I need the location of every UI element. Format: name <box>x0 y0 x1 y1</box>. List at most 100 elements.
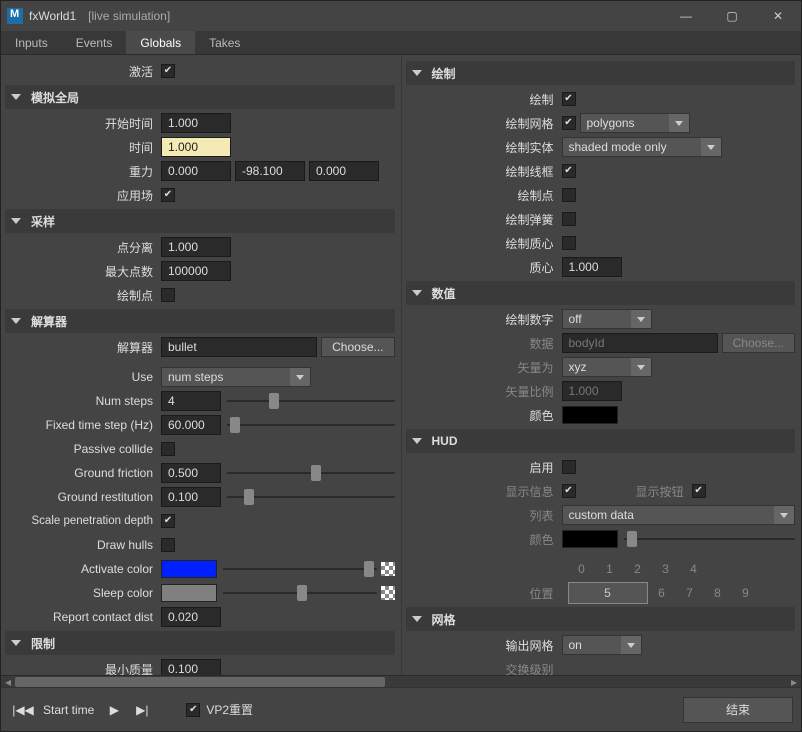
fixed-ts-field[interactable]: 60.000 <box>161 415 221 435</box>
draw-mesh-checkbox[interactable] <box>562 116 576 130</box>
fixed-ts-slider[interactable] <box>227 415 395 435</box>
tab-takes[interactable]: Takes <box>195 31 254 54</box>
activate-color-swatch[interactable] <box>161 560 217 578</box>
section-limit[interactable]: 限制 <box>5 631 395 655</box>
section-sampling[interactable]: 采样 <box>5 209 395 233</box>
pos-cell-1[interactable]: 1 <box>596 558 624 580</box>
close-button[interactable]: ✕ <box>755 1 801 31</box>
show-btn-checkbox[interactable] <box>692 484 706 498</box>
out-mesh-select[interactable]: on <box>562 635 642 655</box>
draw-points-checkbox[interactable] <box>161 288 175 302</box>
chevron-down-icon <box>290 368 310 386</box>
pos-cell-3[interactable]: 3 <box>652 558 680 580</box>
activate-checkbox[interactable] <box>161 64 175 78</box>
num-steps-slider[interactable] <box>227 391 395 411</box>
draw-mesh-mode-select[interactable]: polygons <box>580 113 690 133</box>
pos-cell-6[interactable]: 6 <box>648 582 676 604</box>
chevron-down-icon <box>11 640 21 646</box>
maximize-button[interactable]: ▢ <box>709 1 755 31</box>
ground-rest-field[interactable]: 0.100 <box>161 487 221 507</box>
ground-friction-slider[interactable] <box>227 463 395 483</box>
hud-color-slider[interactable] <box>624 529 796 549</box>
vp2-reset-checkbox[interactable] <box>186 703 200 717</box>
ground-friction-field[interactable]: 0.500 <box>161 463 221 483</box>
point-sep-field[interactable]: 1.000 <box>161 237 231 257</box>
draw-pts-checkbox[interactable] <box>562 188 576 202</box>
chevron-down-icon <box>412 616 422 622</box>
window-subtitle: [live simulation] <box>88 9 170 23</box>
passive-collide-checkbox[interactable] <box>161 442 175 456</box>
alpha-checker-icon[interactable] <box>381 586 395 600</box>
minimize-button[interactable]: — <box>663 1 709 31</box>
use-scene-checkbox[interactable] <box>161 188 175 202</box>
solver-field[interactable]: bullet <box>161 337 317 357</box>
numeric-color-swatch[interactable] <box>562 406 618 424</box>
vp2-reset-label: VP2重置 <box>206 701 253 718</box>
section-sim-global[interactable]: 模拟全局 <box>5 85 395 109</box>
pos-cell-7[interactable]: 7 <box>676 582 704 604</box>
activate-label: 激活 <box>1 63 161 80</box>
alpha-checker-icon[interactable] <box>381 562 395 576</box>
draw-checkbox[interactable] <box>562 92 576 106</box>
right-panel: 绘制 绘制 绘制网格polygons 绘制实体shaded mode only … <box>402 55 802 675</box>
draw-centroid-checkbox[interactable] <box>562 236 576 250</box>
gravity-y-field[interactable]: -98.100 <box>235 161 305 181</box>
draw-num-select[interactable]: off <box>562 309 652 329</box>
draw-entity-select[interactable]: shaded mode only <box>562 137 722 157</box>
ground-rest-slider[interactable] <box>227 487 395 507</box>
sleep-color-slider[interactable] <box>223 583 377 603</box>
min-mass-field[interactable]: 0.100 <box>161 659 221 675</box>
pos-cell-2[interactable]: 2 <box>624 558 652 580</box>
chevron-down-icon <box>631 358 651 376</box>
start-time-field[interactable]: 1.000 <box>161 113 231 133</box>
report-contact-field[interactable]: 0.020 <box>161 607 221 627</box>
go-to-start-button[interactable]: |◀◀ <box>12 699 34 721</box>
play-button[interactable]: ▶ <box>103 699 125 721</box>
section-hud[interactable]: HUD <box>406 429 796 453</box>
chevron-down-icon <box>774 506 794 524</box>
show-info-checkbox[interactable] <box>562 484 576 498</box>
horizontal-scrollbar[interactable]: ◂ ▸ <box>1 675 801 687</box>
step-forward-button[interactable]: ▶| <box>131 699 153 721</box>
tab-bar: Inputs Events Globals Takes <box>1 31 801 55</box>
start-time-label: Start time <box>43 703 94 717</box>
tab-globals[interactable]: Globals <box>126 31 195 54</box>
activate-color-slider[interactable] <box>223 559 377 579</box>
draw-spring-checkbox[interactable] <box>562 212 576 226</box>
hud-color-swatch[interactable] <box>562 530 618 548</box>
pos-cell-5[interactable]: 5 <box>568 582 648 604</box>
gravity-z-field[interactable]: 0.000 <box>309 161 379 181</box>
section-draw[interactable]: 绘制 <box>406 61 796 85</box>
vec-as-select: xyz <box>562 357 652 377</box>
pos-cell-0[interactable]: 0 <box>568 558 596 580</box>
scroll-right-icon[interactable]: ▸ <box>787 676 801 688</box>
section-solver[interactable]: 解算器 <box>5 309 395 333</box>
section-mesh[interactable]: 网格 <box>406 607 796 631</box>
pos-cell-4[interactable]: 4 <box>680 558 708 580</box>
pos-cell-9[interactable]: 9 <box>732 582 760 604</box>
draw-hulls-checkbox[interactable] <box>161 538 175 552</box>
end-button[interactable]: 结束 <box>683 697 793 723</box>
pos-cell-8[interactable]: 8 <box>704 582 732 604</box>
centroid-field[interactable]: 1.000 <box>562 257 622 277</box>
hud-enabled-checkbox[interactable] <box>562 460 576 474</box>
chevron-down-icon <box>11 218 21 224</box>
tab-inputs[interactable]: Inputs <box>1 31 62 54</box>
vec-scale-field: 1.000 <box>562 381 622 401</box>
max-points-field[interactable]: 100000 <box>161 261 231 281</box>
scroll-left-icon[interactable]: ◂ <box>1 676 15 688</box>
draw-wire-checkbox[interactable] <box>562 164 576 178</box>
tab-events[interactable]: Events <box>62 31 127 54</box>
time-field[interactable]: 1.000 <box>161 137 231 157</box>
chevron-down-icon <box>621 636 641 654</box>
num-steps-field[interactable]: 4 <box>161 391 221 411</box>
scroll-thumb[interactable] <box>15 677 385 687</box>
gravity-x-field[interactable]: 0.000 <box>161 161 231 181</box>
use-select[interactable]: num steps <box>161 367 311 387</box>
scale-pen-checkbox[interactable] <box>161 514 175 528</box>
chevron-down-icon <box>701 138 721 156</box>
section-numeric[interactable]: 数值 <box>406 281 796 305</box>
left-panel: 激活 模拟全局 开始时间1.000 时间1.000 重力 0.000 -98.1… <box>1 55 402 675</box>
sleep-color-swatch[interactable] <box>161 584 217 602</box>
choose-solver-button[interactable]: Choose... <box>321 337 394 357</box>
